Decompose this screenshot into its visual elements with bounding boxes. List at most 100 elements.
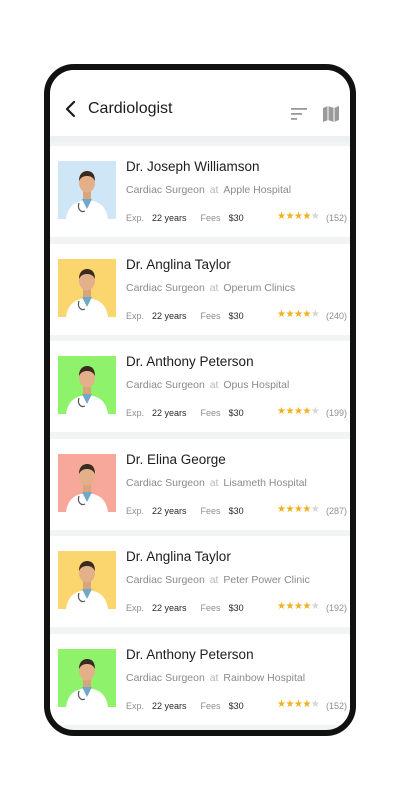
review-count: (152) [326,213,348,223]
star-empty-icon: ★ [310,698,320,710]
doctor-photo [58,161,116,219]
doctor-card[interactable]: Dr. Joseph Williamson Cardiac Surgeon at… [50,146,350,237]
doctor-photo [58,551,116,609]
doctor-specialty: Cardiac Surgeon [126,574,205,586]
back-arrow-icon[interactable] [64,100,78,118]
fees-label: Fees [200,603,221,613]
page-title: Cardiologist [88,100,173,117]
doctor-role: Cardiac Surgeon at Operum Clinics [126,282,295,294]
experience-label: Exp. [126,505,145,516]
doctor-hospital: Opus Hospital [223,379,290,391]
rating-stars: ★★★★★ [277,406,320,417]
at-label: at [206,574,222,586]
doctor-photo [58,453,116,512]
doctor-list: Dr. Joseph Williamson Cardiac Surgeon at… [50,146,350,730]
experience-value: 22 years [152,700,187,711]
star-empty-icon: ★ [310,308,320,320]
star-filled-icon: ★ [302,698,311,710]
rating-stars: ★★★★★ [277,698,320,710]
doctor-photo [58,356,116,414]
fees-value: $30 [228,603,244,613]
fees-value: $30 [228,310,244,321]
star-empty-icon: ★ [310,211,320,222]
rating-stars: ★★★★★ [277,601,320,612]
fees-value: $30 [228,505,244,516]
doctor-name[interactable]: Dr. Elina George [126,452,226,467]
star-filled-icon: ★ [285,406,294,417]
doctor-role: Cardiac Surgeon at Apple Hospital [126,184,291,196]
at-label: at [206,476,222,489]
app-header: Cardiologist [50,70,350,142]
star-empty-icon: ★ [310,601,320,612]
experience-label: Exp. [126,213,145,223]
doctor-meta: Exp. 22 years Fees $30 [126,213,244,223]
doctor-meta: Exp. 22 years Fees $30 [126,603,244,613]
star-filled-icon: ★ [285,698,294,710]
doctor-specialty: Cardiac Surgeon [126,671,205,684]
review-count: (287) [326,505,348,516]
star-filled-icon: ★ [285,601,294,612]
experience-value: 22 years [152,505,187,516]
at-label: at [206,281,222,294]
star-filled-icon: ★ [285,308,294,320]
at-label: at [206,379,222,391]
experience-label: Exp. [126,310,145,321]
experience-value: 22 years [152,603,187,613]
doctor-role: Cardiac Surgeon at Peter Power Clinic [126,574,310,586]
experience-label: Exp. [126,408,145,418]
doctor-specialty: Cardiac Surgeon [126,379,205,391]
fees-value: $30 [228,408,244,418]
doctor-card[interactable]: Dr. Elina George Cardiac Surgeon at Lisa… [50,438,350,530]
doctor-card[interactable]: Dr. Anthony Peterson Cardiac Surgeon at … [50,341,350,432]
doctor-name[interactable]: Dr. Joseph Williamson [126,159,260,174]
doctor-specialty: Cardiac Surgeon [126,476,205,489]
doctor-meta: Exp. 22 years Fees $30 [126,506,244,516]
doctor-hospital: Lisameth Hospital [223,476,307,489]
review-count: (192) [326,603,348,613]
rating-stars: ★★★★★ [277,211,320,222]
rating-stars: ★★★★★ [277,308,320,320]
doctor-card[interactable]: Dr. Anglina Taylor Cardiac Surgeon at Op… [50,243,350,335]
doctor-card[interactable]: Dr. Anglina Taylor Cardiac Surgeon at Pe… [50,536,350,627]
doctor-hospital: Peter Power Clinic [223,574,310,586]
doctor-meta: Exp. 22 years Fees $30 [126,701,244,711]
doctor-meta: Exp. 22 years Fees $30 [126,311,244,321]
at-label: at [206,671,222,684]
star-filled-icon: ★ [302,601,311,612]
experience-label: Exp. [126,603,145,613]
doctor-specialty: Cardiac Surgeon [126,281,205,294]
doctor-name[interactable]: Dr. Anglina Taylor [126,549,231,564]
doctor-specialty: Cardiac Surgeon [126,184,205,196]
doctor-name[interactable]: Dr. Anthony Peterson [126,647,254,662]
doctor-name[interactable]: Dr. Anthony Peterson [126,354,254,369]
fees-label: Fees [200,505,221,516]
fees-value: $30 [228,213,244,223]
review-count: (152) [326,700,348,711]
doctor-role: Cardiac Surgeon at Opus Hospital [126,379,289,391]
experience-value: 22 years [152,408,187,418]
fees-value: $30 [228,700,244,711]
star-filled-icon: ★ [285,503,294,515]
experience-value: 22 years [152,213,187,223]
doctor-photo [58,258,116,317]
doctor-role: Cardiac Surgeon at Lisameth Hospital [126,477,307,489]
fees-label: Fees [200,310,221,321]
star-filled-icon: ★ [302,211,311,222]
review-count: (199) [326,408,348,418]
doctor-name[interactable]: Dr. Anglina Taylor [126,257,231,272]
star-empty-icon: ★ [310,503,320,515]
fees-label: Fees [200,213,221,223]
star-filled-icon: ★ [302,503,311,515]
star-empty-icon: ★ [310,406,320,417]
map-icon[interactable] [322,105,340,123]
doctor-hospital: Operum Clinics [223,281,296,294]
experience-value: 22 years [152,310,187,321]
filter-sort-icon[interactable] [290,107,308,121]
rating-stars: ★★★★★ [277,503,320,515]
doctor-hospital: Rainbow Hospital [223,671,306,684]
doctor-hospital: Apple Hospital [223,184,292,196]
doctor-card[interactable]: Dr. Anthony Peterson Cardiac Surgeon at … [50,633,350,725]
doctor-meta: Exp. 22 years Fees $30 [126,408,244,418]
star-filled-icon: ★ [285,211,294,222]
phone-frame: Cardiologist Dr. Joseph Williamson Cardi… [44,64,356,736]
